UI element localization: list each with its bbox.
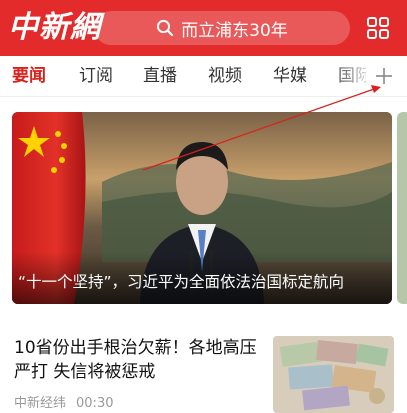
top-bar: 中新網 而立浦东30年 (0, 0, 407, 56)
news-thumbnail[interactable] (273, 336, 394, 413)
headline-carousel-slide[interactable]: “十一个坚持”，习近平为全面依法治国标定航向 (12, 112, 392, 304)
banknotes-photo (273, 336, 394, 413)
news-source: 中新经纬 (14, 396, 67, 411)
tab-dingyue[interactable]: 订阅 (79, 56, 113, 96)
search-hot-term: 而立浦东30年 (181, 20, 288, 41)
tab-yaowen[interactable]: 要闻 (12, 56, 46, 96)
app-logo[interactable]: 中新網 (8, 8, 101, 48)
add-channel-button[interactable] (366, 56, 402, 96)
next-carousel-slide-peek[interactable] (397, 112, 407, 304)
search-bar[interactable]: 而立浦东30年 (94, 11, 350, 45)
tab-shipin[interactable]: 视频 (208, 56, 242, 96)
grid-menu-icon[interactable] (366, 16, 390, 40)
news-time: 00:30 (76, 396, 114, 411)
tab-huamei[interactable]: 华媒 (273, 56, 307, 96)
tab-zhibo[interactable]: 直播 (143, 56, 177, 96)
headline-caption: “十一个坚持”，习近平为全面依法治国标定航向 (18, 273, 345, 291)
news-title[interactable]: 10省份出手根治欠薪！各地高压严打 失信将被惩戒 (14, 336, 262, 384)
caption-overlay: “十一个坚持”，习近平为全面依法治国标定航向 (12, 252, 392, 304)
channel-tabs: 要闻 订阅 直播 视频 华媒 国际 (0, 56, 407, 97)
news-meta: 中新经纬 00:30 (14, 392, 113, 411)
plus-icon (376, 68, 392, 84)
search-icon (157, 19, 174, 37)
